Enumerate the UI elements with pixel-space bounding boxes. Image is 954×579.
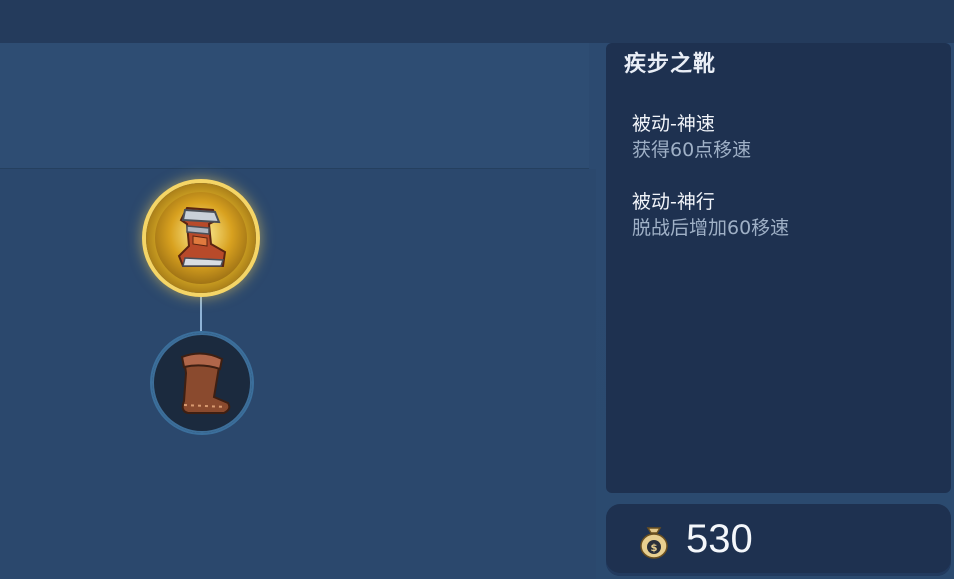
top-bar [0,0,954,43]
passive-title: 被动-神行 [632,191,715,213]
item-detail-panel: 疾步之靴 被动-神速 获得60点移速 被动-神行 脱战后增加60移速 [606,43,951,493]
leather-boots-icon [180,352,231,414]
shop-screen: 疾步之靴 被动-神速 获得60点移速 被动-神行 脱战后增加60移速 $ 530 [0,0,954,579]
svg-text:$: $ [651,543,658,554]
passive-desc: 获得60点移速 [632,139,752,161]
item-node-leather-boots[interactable] [150,331,254,435]
passive-1: 被动-神速 获得60点移速 [632,111,751,163]
passive-title: 被动-神速 [632,113,715,135]
passive-2: 被动-神行 脱战后增加60移速 [632,189,789,241]
price-value: 530 [686,517,753,561]
gold-bag-icon: $ [640,527,668,559]
header-area [0,43,589,169]
passive-desc: 脱战后增加60移速 [632,217,790,239]
recipe-connector [200,288,202,334]
price-button[interactable]: $ 530 [606,504,951,576]
item-node-boots-of-speed[interactable] [146,183,256,293]
item-name: 疾步之靴 [624,52,717,77]
armored-boots-icon [155,192,247,284]
recipe-tree [0,169,596,579]
